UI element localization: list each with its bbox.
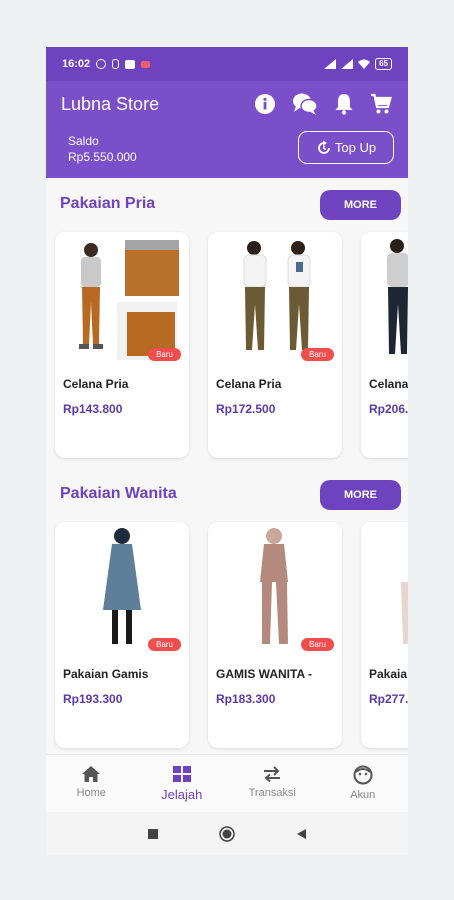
- nav-label: Home: [76, 787, 106, 799]
- top-up-label: Top Up: [334, 140, 377, 155]
- product-card[interactable]: Baru Pakaian Gamis Rp193.300: [55, 522, 189, 748]
- alarm-icon: [96, 59, 107, 69]
- swap-icon: [264, 766, 281, 783]
- product-price: Rp277.: [369, 692, 408, 706]
- face-icon: [353, 765, 373, 785]
- product-price: Rp193.300: [63, 692, 123, 706]
- product-price: Rp172.500: [216, 402, 276, 416]
- product-row-pria[interactable]: Baru Celana Pria Rp143.800 Baru Celana P…: [46, 232, 408, 462]
- product-row-wanita[interactable]: Baru Pakaian Gamis Rp193.300 Baru GAMIS …: [46, 522, 408, 752]
- product-image: [208, 522, 342, 654]
- more-button[interactable]: MORE: [320, 190, 401, 220]
- grid-icon: [172, 766, 191, 782]
- main-content[interactable]: Pakaian Pria MORE Baru Celana Pria Rp143…: [46, 178, 408, 754]
- home-icon: [82, 766, 101, 782]
- bell-icon[interactable]: [334, 93, 354, 115]
- section-title: Pakaian Wanita: [60, 485, 177, 502]
- product-name: GAMIS WANITA -: [216, 667, 312, 681]
- refresh-icon: [318, 140, 330, 154]
- saldo-label: Saldo: [68, 134, 99, 148]
- product-image: [361, 232, 408, 364]
- nav-label: Jelajah: [161, 787, 203, 802]
- new-badge: Baru: [301, 348, 334, 361]
- system-navigation-bar: [46, 812, 408, 855]
- product-card[interactable]: Celana Rp206.: [361, 232, 408, 458]
- top-up-button[interactable]: Top Up: [298, 131, 394, 164]
- more-button[interactable]: MORE: [320, 480, 401, 510]
- product-image: [55, 232, 189, 364]
- product-image: [55, 522, 189, 654]
- status-time: 16:02: [62, 58, 91, 70]
- product-name: Pakaian Gamis: [63, 667, 149, 681]
- nav-transaksi[interactable]: Transaksi: [227, 755, 318, 812]
- product-name: Celana Pria: [63, 377, 129, 391]
- nav-akun[interactable]: Akun: [318, 755, 409, 812]
- bottom-navigation: Home Jelajah Transaksi Akun: [46, 754, 408, 812]
- product-price: Rp183.300: [216, 692, 276, 706]
- youtube-notification-icon: [141, 60, 151, 68]
- nav-label: Akun: [350, 789, 376, 801]
- new-badge: Baru: [148, 348, 181, 361]
- home-button-icon[interactable]: [219, 825, 235, 842]
- new-badge: Baru: [148, 638, 181, 651]
- app-notification-icon: [125, 59, 136, 69]
- store-title: Lubna Store: [61, 94, 160, 114]
- cart-icon[interactable]: [370, 93, 392, 115]
- back-icon[interactable]: [295, 828, 307, 840]
- product-card[interactable]: Baru Celana Pria Rp172.500: [208, 232, 342, 458]
- product-card[interactable]: Baru GAMIS WANITA - Rp183.300: [208, 522, 342, 748]
- section-header-pakaian-pria: Pakaian Pria MORE: [46, 182, 408, 222]
- battery-indicator: 65: [375, 58, 392, 70]
- signal-icon-2: [341, 59, 354, 69]
- hand-icon: [112, 59, 120, 69]
- product-image: [361, 522, 408, 654]
- info-icon[interactable]: [254, 93, 276, 115]
- product-name: Celana: [369, 377, 408, 391]
- wifi-icon: [358, 59, 371, 69]
- nav-label: Transaksi: [248, 787, 296, 799]
- product-name: Celana Pria: [216, 377, 282, 391]
- phone-screen: 16:02 65 Lubna Store Saldo Rp5.550.000 T…: [46, 47, 408, 855]
- section-header-pakaian-wanita: Pakaian Wanita MORE: [46, 472, 408, 512]
- chat-icon[interactable]: [292, 92, 318, 116]
- new-badge: Baru: [301, 638, 334, 651]
- product-card[interactable]: Pakaia Rp277.: [361, 522, 408, 748]
- nav-jelajah[interactable]: Jelajah: [137, 755, 228, 812]
- product-price: Rp206.: [369, 402, 408, 416]
- recents-icon[interactable]: [147, 828, 159, 840]
- product-image: [208, 232, 342, 364]
- section-title: Pakaian Pria: [60, 195, 156, 212]
- app-header: Lubna Store Saldo Rp5.550.000 Top Up: [46, 81, 408, 178]
- product-name: Pakaia: [369, 667, 408, 681]
- nav-home[interactable]: Home: [46, 755, 137, 812]
- signal-icon: [324, 59, 337, 69]
- status-bar: 16:02 65: [46, 47, 408, 81]
- saldo-value: Rp5.550.000: [68, 150, 137, 164]
- product-card[interactable]: Baru Celana Pria Rp143.800: [55, 232, 189, 458]
- product-price: Rp143.800: [63, 402, 123, 416]
